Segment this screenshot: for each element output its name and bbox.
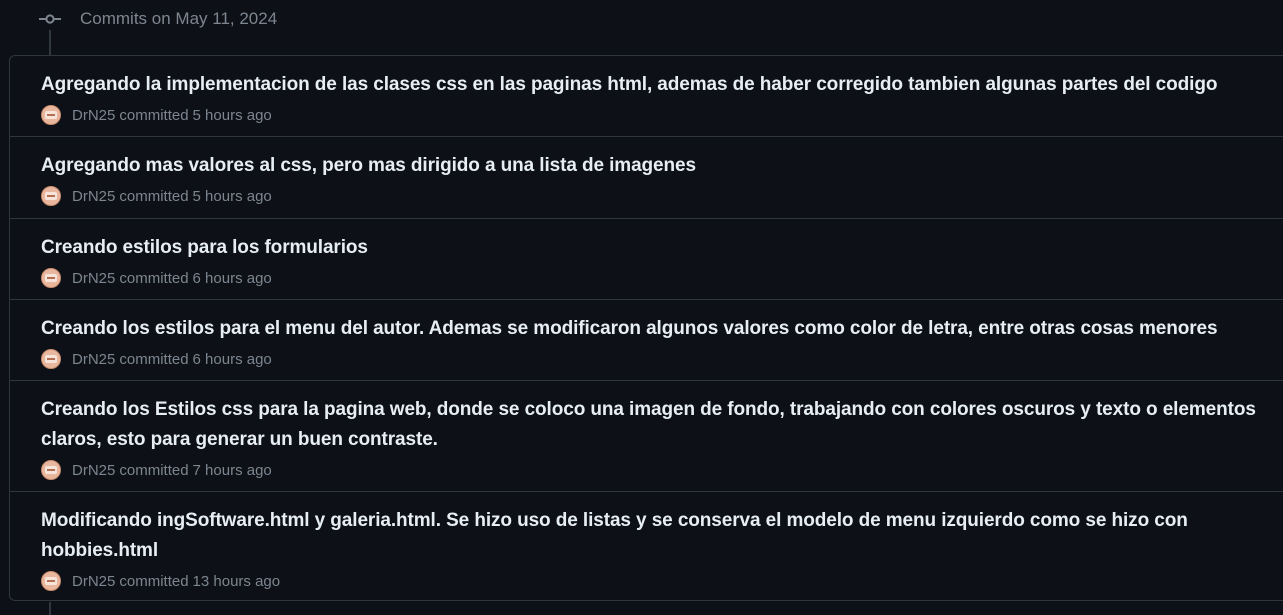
commit-time: 7 hours ago: [192, 461, 272, 479]
commit-meta: DrN25 committed 5 hours ago: [41, 104, 1283, 126]
commit-action-text: committed: [119, 269, 189, 287]
commit-row: Creando los estilos para el menu del aut…: [10, 300, 1283, 381]
timeline-line: [49, 602, 51, 615]
commit-time: 5 hours ago: [192, 106, 272, 124]
git-commit-icon: [38, 7, 62, 31]
commit-author-link[interactable]: DrN25: [72, 107, 115, 124]
commit-title-link[interactable]: Agregando mas valores al css, pero mas d…: [41, 151, 1266, 181]
commit-action-text: committed: [119, 187, 189, 205]
commit-row: Agregando mas valores al css, pero mas d…: [10, 137, 1283, 219]
commit-time: 6 hours ago: [192, 350, 272, 368]
commit-author-link[interactable]: DrN25: [72, 270, 115, 287]
commit-meta: DrN25 committed 6 hours ago: [41, 348, 1283, 370]
commit-author-link[interactable]: DrN25: [72, 462, 115, 479]
commit-row: Modificando ingSoftware.html y galeria.h…: [10, 492, 1283, 600]
commit-meta: DrN25 committed 13 hours ago: [41, 570, 1283, 592]
commit-meta: DrN25 committed 5 hours ago: [41, 185, 1283, 207]
commit-meta: DrN25 committed 6 hours ago: [41, 267, 1283, 289]
author-avatar[interactable]: [41, 460, 61, 480]
commit-row: Agregando la implementacion de las clase…: [10, 56, 1283, 137]
commit-action-text: committed: [119, 461, 189, 479]
commit-action-text: committed: [119, 106, 189, 124]
commit-author-link[interactable]: DrN25: [72, 188, 115, 205]
commit-time: 6 hours ago: [192, 269, 272, 287]
author-avatar[interactable]: [41, 571, 61, 591]
author-avatar[interactable]: [41, 186, 61, 206]
commit-title-link[interactable]: Agregando la implementacion de las clase…: [41, 70, 1266, 100]
author-avatar[interactable]: [41, 105, 61, 125]
author-avatar[interactable]: [41, 349, 61, 369]
commit-row: Creando los Estilos css para la pagina w…: [10, 381, 1283, 492]
commit-action-text: committed: [119, 350, 189, 368]
commit-list: Agregando la implementacion de las clase…: [9, 55, 1283, 601]
commit-title-link[interactable]: Creando los estilos para el menu del aut…: [41, 314, 1266, 344]
commit-title-link[interactable]: Creando estilos para los formularios: [41, 233, 1266, 263]
commit-title-link[interactable]: Creando los Estilos css para la pagina w…: [41, 395, 1266, 455]
commits-page: Commits on May 11, 2024 Agregando la imp…: [0, 0, 1283, 615]
commit-group-title: Commits on May 11, 2024: [80, 9, 278, 28]
commit-time: 5 hours ago: [192, 187, 272, 205]
commit-action-text: committed: [119, 572, 189, 590]
commit-meta: DrN25 committed 7 hours ago: [41, 459, 1283, 481]
author-avatar[interactable]: [41, 268, 61, 288]
commit-time: 13 hours ago: [192, 572, 281, 590]
commit-row: Creando estilos para los formularios DrN…: [10, 219, 1283, 300]
commit-title-link[interactable]: Modificando ingSoftware.html y galeria.h…: [41, 506, 1266, 566]
commit-author-link[interactable]: DrN25: [72, 573, 115, 590]
commit-group-header: Commits on May 11, 2024: [38, 0, 277, 38]
commit-author-link[interactable]: DrN25: [72, 351, 115, 368]
